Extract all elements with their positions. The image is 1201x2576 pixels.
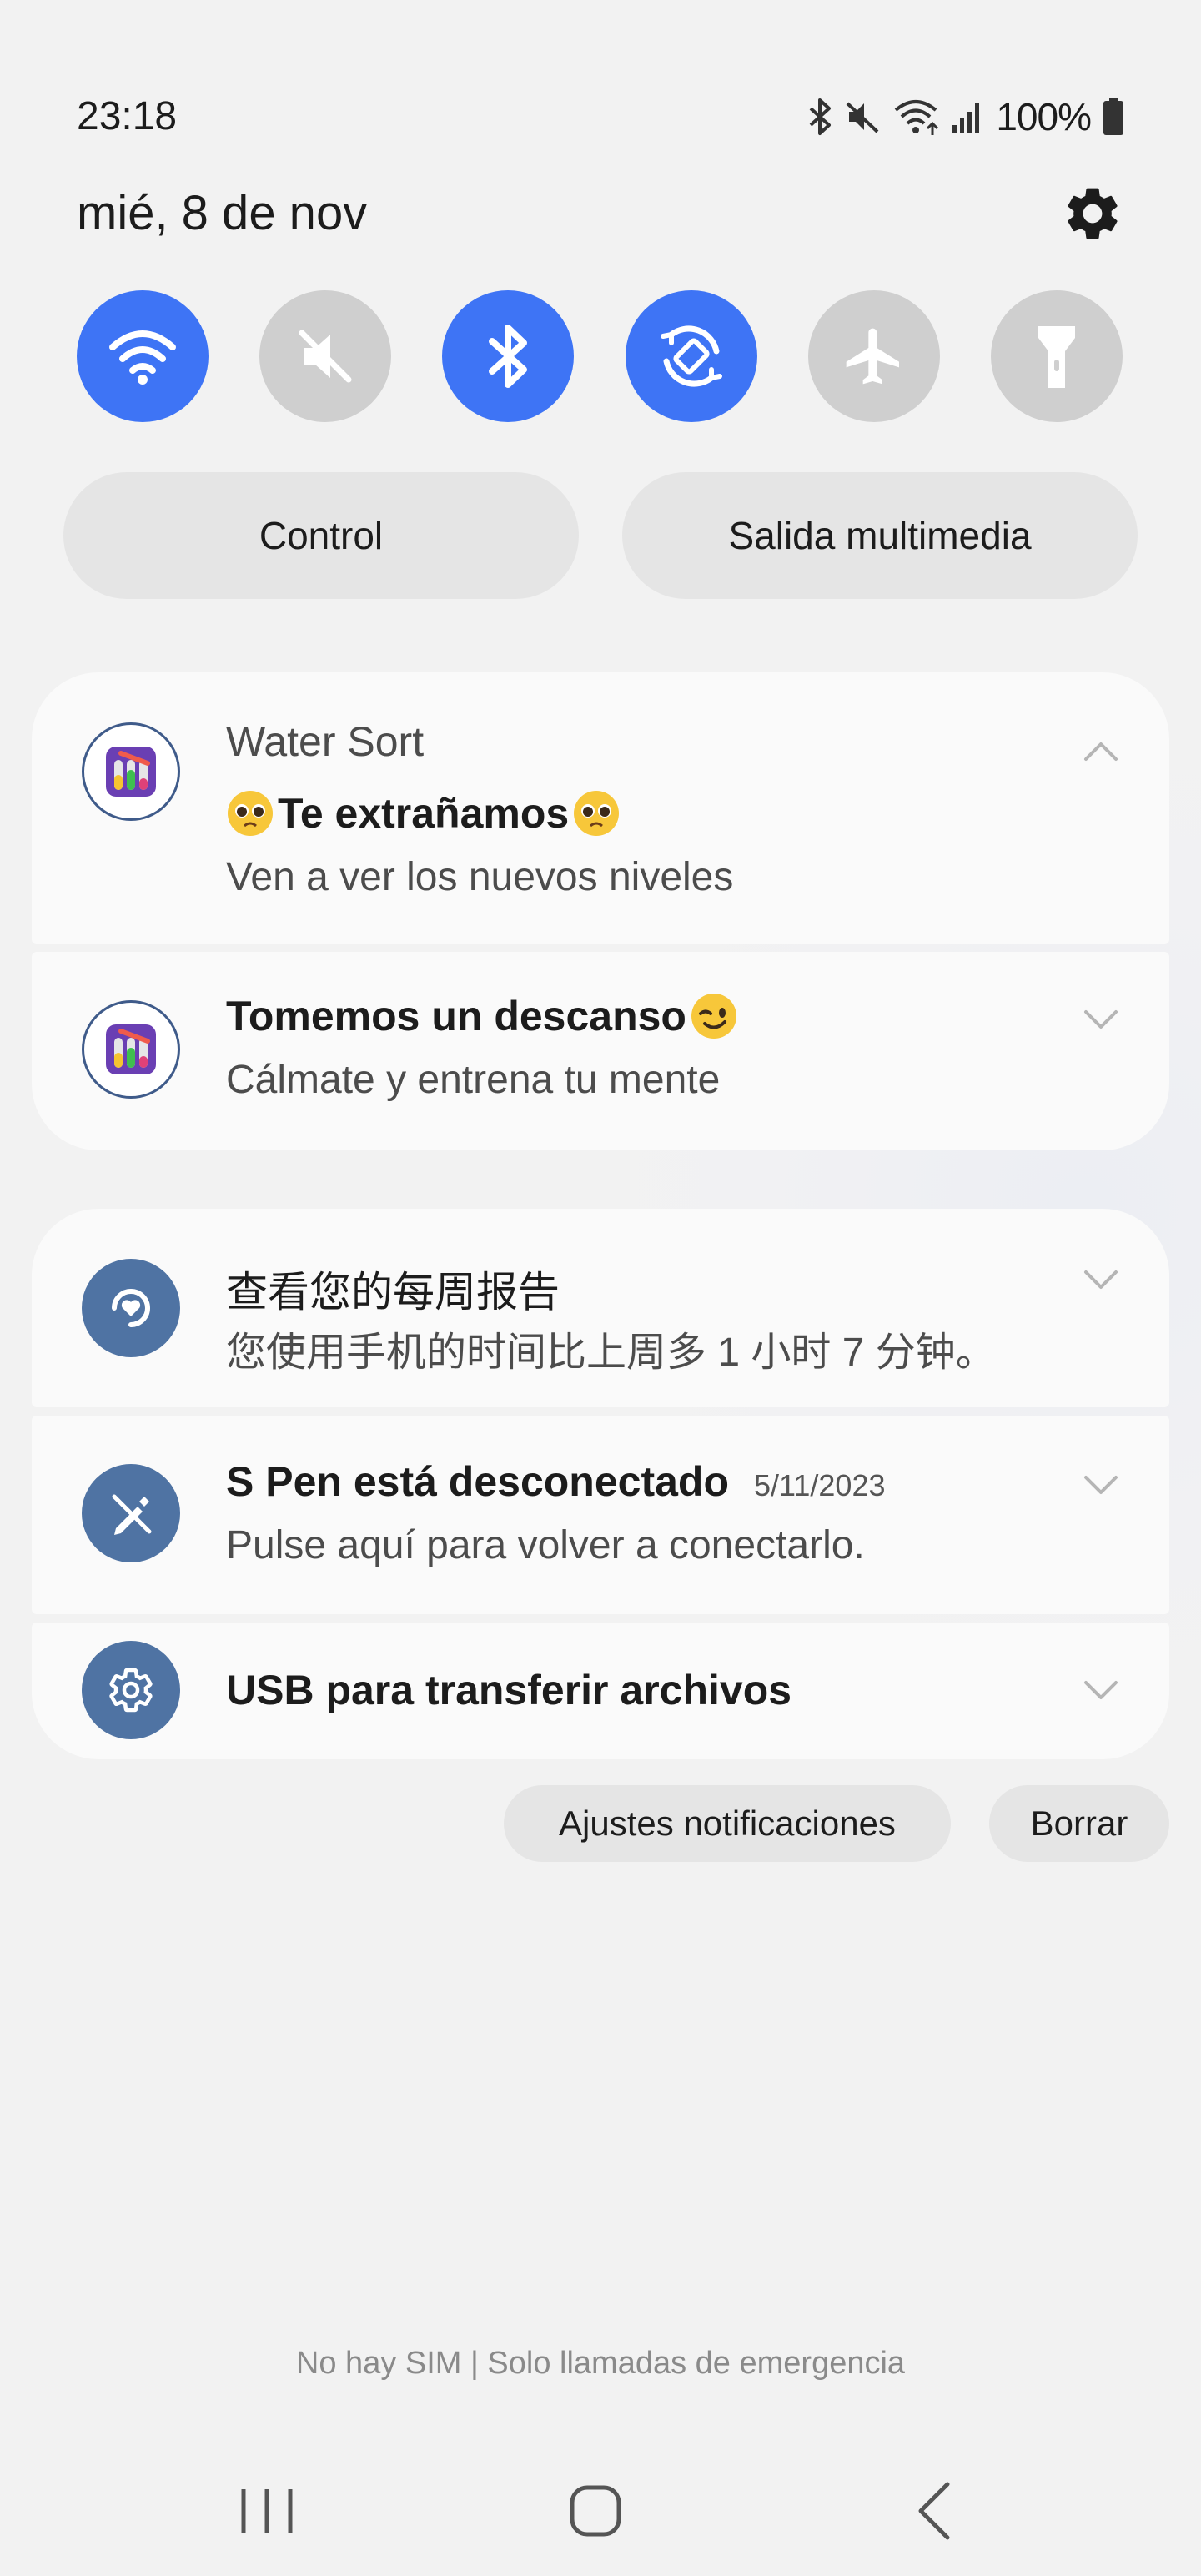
chevron-down-icon[interactable] (1083, 1474, 1119, 1497)
digital-wellbeing-app-icon (82, 1259, 180, 1357)
water-sort-logo-icon (106, 747, 156, 797)
bluetooth-toggle[interactable] (442, 290, 575, 422)
notification-date: 5/11/2023 (754, 1468, 886, 1502)
battery-percentage: 100% (996, 95, 1092, 138)
water-sort-logo-icon (106, 1024, 156, 1074)
notification-title: Tomemos un descanso (226, 993, 686, 1039)
home-icon (570, 2485, 621, 2537)
notification-title: USB para transferir archivos (226, 1667, 792, 1713)
s-pen-disconnected-icon (112, 1494, 152, 1535)
chevron-down-icon[interactable] (1083, 1679, 1119, 1703)
battery-icon (1103, 98, 1123, 135)
notification-settings-button[interactable]: Ajustes notificaciones (504, 1785, 951, 1862)
winking-face-icon (691, 994, 736, 1039)
notification-text: Pulse aquí para volver a conectarlo. (226, 1523, 865, 1567)
wellbeing-icon (112, 1289, 150, 1327)
auto-rotate-icon (660, 325, 722, 387)
notification-title: Te extrañamos (278, 790, 570, 837)
mute-icon (299, 330, 352, 383)
notification-text: Ven a ver los nuevos niveles (226, 855, 734, 899)
home-button[interactable] (554, 2469, 637, 2553)
pleading-face-icon (228, 791, 273, 836)
notification-title-row: Tomemos un descanso (226, 992, 738, 1040)
notification-water-sort-2[interactable]: Tomemos un descanso Cálmate y entrena tu… (32, 952, 1169, 1150)
notification-water-sort-1[interactable]: Water Sort Te extrañamos Ven a ver los n… (32, 672, 1169, 944)
water-sort-app-icon (82, 1000, 180, 1099)
recent-apps-button[interactable] (225, 2469, 309, 2553)
settings-button[interactable] (1061, 182, 1124, 245)
gear-icon (1068, 188, 1118, 239)
notification-title: S Pen está desconectado (226, 1458, 730, 1505)
airplane-icon (846, 328, 899, 385)
bluetooth-icon (489, 325, 528, 388)
chevron-down-icon[interactable] (1083, 1009, 1119, 1032)
wifi-toggle[interactable] (77, 290, 209, 422)
notification-usb[interactable]: USB para transferir archivos (32, 1623, 1169, 1759)
notification-title-row: S Pen está desconectado 5/11/2023 (226, 1457, 886, 1506)
pleading-face-icon (574, 791, 620, 836)
notification-app-name: Water Sort (226, 718, 425, 765)
signal-icon (952, 103, 980, 133)
airplane-mode-toggle[interactable] (807, 290, 940, 422)
chevron-up-icon[interactable] (1083, 739, 1119, 762)
flashlight-icon (1038, 326, 1075, 388)
notification-title-row: Te extrañamos (226, 789, 621, 838)
wifi-icon (895, 100, 939, 135)
control-button[interactable]: Control (63, 472, 579, 599)
mute-icon (846, 102, 879, 133)
chevron-down-icon[interactable] (1083, 1269, 1119, 1292)
notification-title: 查看您的每周报告 (226, 1269, 560, 1316)
back-icon (918, 2482, 950, 2540)
bluetooth-icon (809, 98, 832, 135)
clear-button[interactable]: Borrar (989, 1785, 1169, 1862)
quick-toggles (77, 290, 1123, 422)
s-pen-app-icon (82, 1464, 180, 1562)
media-output-button[interactable]: Salida multimedia (622, 472, 1138, 599)
sound-toggle[interactable] (259, 290, 392, 422)
gear-icon (109, 1668, 153, 1713)
notification-text: Cálmate y entrena tu mente (226, 1058, 721, 1102)
auto-rotate-toggle[interactable] (625, 290, 757, 422)
android-system-app-icon (82, 1641, 180, 1739)
notification-text: 您使用手机的时间比上周多 1 小时 7 分钟。 (226, 1331, 996, 1375)
flashlight-toggle[interactable] (990, 290, 1123, 422)
water-sort-app-icon (82, 722, 180, 821)
wifi-icon (109, 330, 176, 385)
notification-s-pen[interactable]: S Pen está desconectado 5/11/2023 Pulse … (32, 1416, 1169, 1614)
sim-status-text: No hay SIM | Solo llamadas de emergencia (295, 2346, 906, 2381)
notification-weekly-report[interactable]: 查看您的每周报告 您使用手机的时间比上周多 1 小时 7 分钟。 (32, 1209, 1169, 1407)
status-icons: 100% (807, 93, 1124, 140)
date: mié, 8 de nov (77, 186, 368, 240)
status-time: 23:18 (77, 94, 178, 138)
recent-apps-icon (241, 2489, 293, 2533)
back-button[interactable] (892, 2469, 976, 2553)
